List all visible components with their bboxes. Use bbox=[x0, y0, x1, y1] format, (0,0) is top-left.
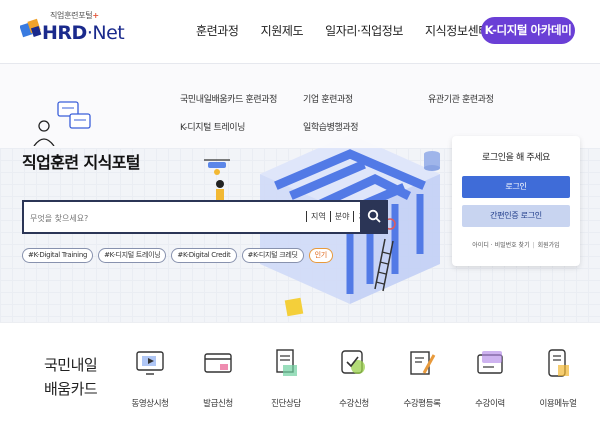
national-card-quick-menu: 국민내일 배움카드 동영상시청 발급신청 진단상담 수강신청 수강평등록 수강이… bbox=[0, 322, 600, 428]
quick-item-issue-apply[interactable]: 발급신청 bbox=[184, 347, 252, 409]
hashtag-k-digital-training-ko[interactable]: #K-디지털 트레이닝 bbox=[98, 248, 167, 263]
hashtag-k-digital-credit-ko[interactable]: #K-디지털 크레딧 bbox=[241, 248, 304, 263]
login-links: 아이디 · 비밀번호 찾기 | 회원가입 bbox=[472, 242, 560, 249]
sticky-note-icon bbox=[284, 297, 304, 317]
nav-support-system[interactable]: 지원제도 bbox=[261, 22, 304, 39]
drone-icon bbox=[204, 159, 230, 175]
login-prompt-text: 로그인을 해 주세요 bbox=[482, 153, 550, 163]
dropdown-item-related-agency-course[interactable]: 유관기관 훈련과정 bbox=[428, 92, 494, 105]
login-button[interactable]: 로그인 bbox=[462, 176, 570, 198]
folder-history-icon bbox=[477, 351, 503, 374]
hrd-net-logo[interactable]: 직업훈련포털+ HRD·Net bbox=[20, 10, 130, 54]
checkmark-badge-icon bbox=[341, 350, 365, 374]
search-icon bbox=[367, 209, 381, 223]
hot-badge[interactable]: 인기 bbox=[308, 248, 333, 263]
main-nav: 훈련과정 지원제도 일자리·직업정보 지식정보센터 bbox=[196, 22, 511, 39]
site-header: 직업훈련포털+ HRD·Net 훈련과정 지원제도 일자리·직업정보 지식정보센… bbox=[0, 0, 600, 64]
quick-item-diagnosis[interactable]: 진단상담 bbox=[252, 347, 320, 409]
find-id-password-link[interactable]: 아이디 · 비밀번호 찾기 bbox=[472, 242, 529, 249]
simple-cert-login-button[interactable]: 간편인증 로그인 bbox=[462, 205, 570, 227]
hero-title: 직업훈련 지식포털 bbox=[22, 153, 141, 172]
quick-menu-title: 국민내일 배움카드 bbox=[44, 356, 98, 398]
hero-section: 국민내일배움카드 훈련과정 K-디지털 트레이닝 기업 훈련과정 일학습병행과정… bbox=[0, 64, 600, 322]
video-play-icon bbox=[136, 351, 164, 375]
dropdown-item-corporate-course[interactable]: 기업 훈련과정 bbox=[303, 92, 353, 105]
quick-item-manual[interactable]: 이용메뉴얼 bbox=[524, 347, 592, 409]
logo-subtitle: 직업훈련포털+ bbox=[50, 11, 99, 20]
filter-field[interactable]: 분야 bbox=[329, 211, 354, 222]
quick-menu-items: 동영상시청 발급신청 진단상담 수강신청 수강평등록 수강이력 이용메뉴얼 bbox=[116, 347, 592, 409]
hashtag-k-digital-credit-en[interactable]: #K-Digital Credit bbox=[171, 248, 237, 263]
logo-wordmark: HRD·Net bbox=[42, 22, 125, 44]
logo-mark-icon bbox=[20, 18, 42, 38]
signup-link[interactable]: 회원가입 bbox=[538, 242, 560, 249]
pencil-note-icon bbox=[410, 351, 436, 375]
nav-job-info[interactable]: 일자리·직업정보 bbox=[325, 22, 403, 39]
quick-item-review[interactable]: 수강평등록 bbox=[388, 347, 456, 409]
card-icon bbox=[204, 353, 232, 373]
hashtag-list: #K-Digital Training #K-디지털 트레이닝 #K-Digit… bbox=[22, 248, 333, 263]
search-button[interactable] bbox=[360, 200, 388, 234]
quick-item-course-apply[interactable]: 수강신청 bbox=[320, 347, 388, 409]
search-input[interactable] bbox=[30, 210, 300, 226]
dropdown-item-national-card-course[interactable]: 국민내일배움카드 훈련과정 bbox=[180, 92, 277, 105]
quick-item-video[interactable]: 동영상시청 bbox=[116, 347, 184, 409]
manual-phone-icon bbox=[548, 349, 569, 377]
hashtag-k-digital-training-en[interactable]: #K-Digital Training bbox=[22, 248, 94, 263]
course-search-box: 지역 분야 기간 bbox=[22, 200, 388, 234]
dropdown-item-work-study-course[interactable]: 일학습병행과정 bbox=[303, 120, 359, 133]
k-digital-academy-button[interactable]: K-디지털 아카데미 bbox=[481, 17, 575, 44]
coin-stack-icon bbox=[424, 151, 440, 171]
dropdown-item-k-digital-training[interactable]: K-디지털 트레이닝 bbox=[180, 120, 245, 133]
login-panel: 로그인을 해 주세요 로그인 간편인증 로그인 아이디 · 비밀번호 찾기 | 회원… bbox=[452, 136, 580, 266]
nav-training-courses[interactable]: 훈련과정 bbox=[196, 22, 239, 39]
document-icon bbox=[276, 349, 297, 376]
filter-region[interactable]: 지역 bbox=[306, 211, 330, 222]
quick-item-history[interactable]: 수강이력 bbox=[456, 347, 524, 409]
nav-knowledge-center[interactable]: 지식정보센터 bbox=[425, 22, 489, 39]
consulting-person-icon bbox=[33, 101, 91, 146]
